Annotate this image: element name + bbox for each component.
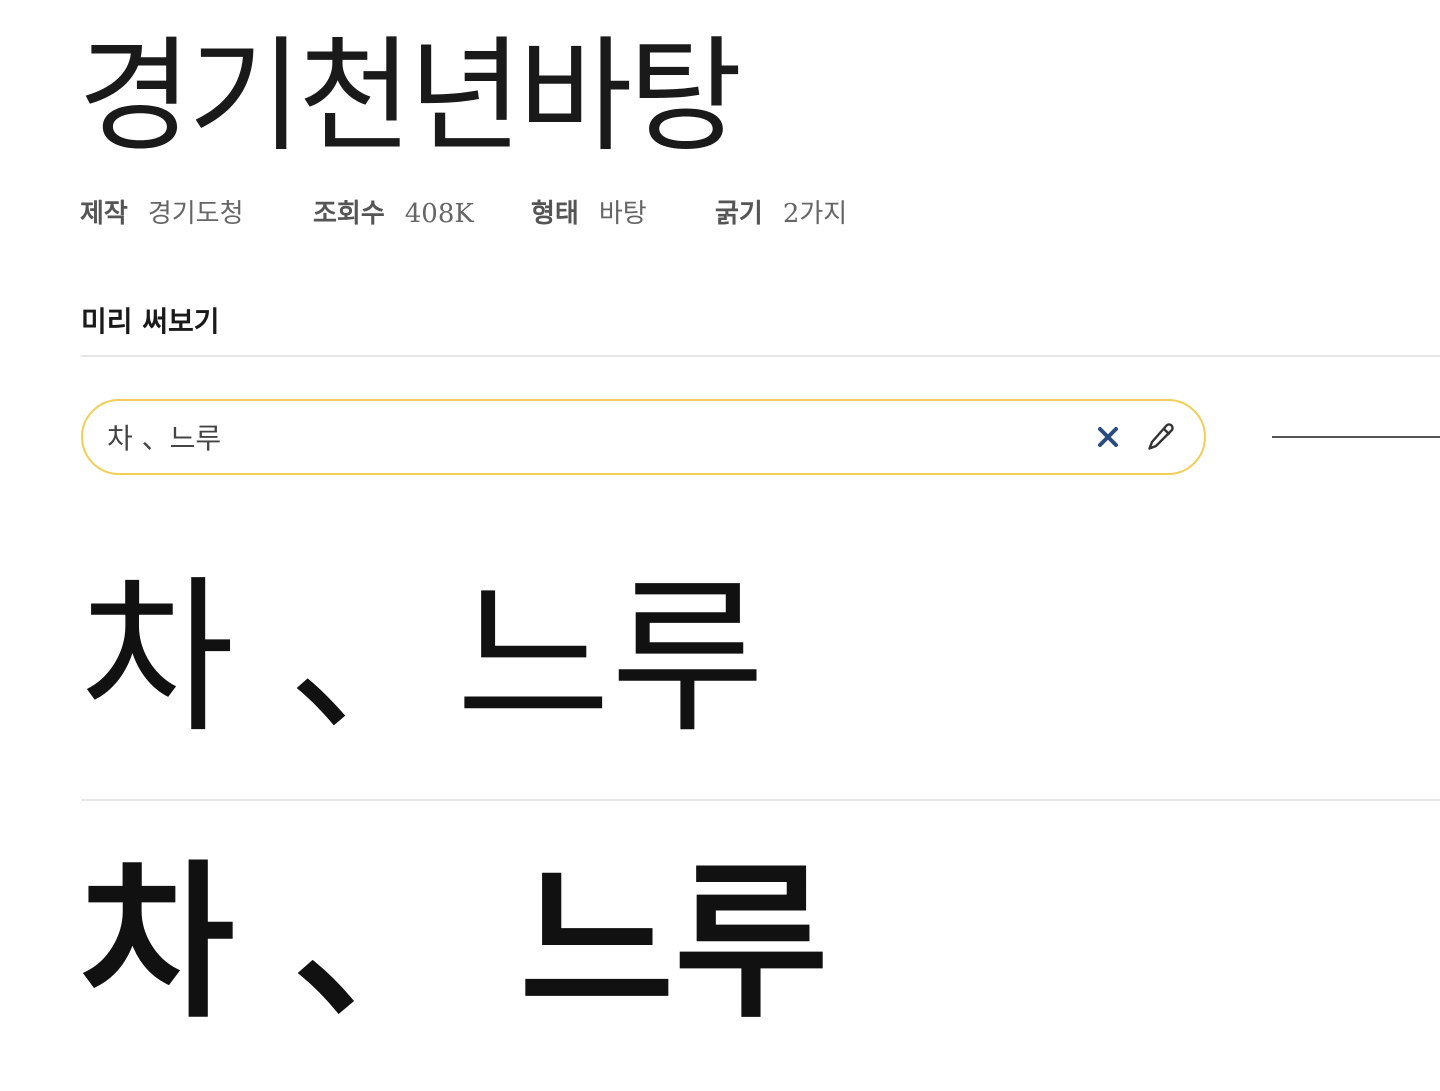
section-divider bbox=[81, 355, 1440, 357]
meta-maker-value: 경기도청 bbox=[147, 199, 244, 229]
meta-maker: 제작 경기도청 bbox=[80, 194, 313, 234]
preview-sample-bold: 차 、 느루 bbox=[80, 843, 829, 1041]
meta-type-label: 형태 bbox=[531, 199, 579, 229]
font-detail-page: 경기천년바탕 제작 경기도청 조회수 408K 형태 바탕 굵기 2가지 미리 … bbox=[0, 0, 1440, 1091]
preview-sample-regular: 차 、느루 bbox=[80, 560, 766, 756]
preview-text-input[interactable] bbox=[107, 412, 1067, 462]
close-icon bbox=[1098, 427, 1118, 447]
meta-views-value: 408K bbox=[404, 199, 474, 229]
meta-views: 조회수 408K bbox=[313, 194, 531, 234]
font-meta-row: 제작 경기도청 조회수 408K 형태 바탕 굵기 2가지 bbox=[80, 194, 847, 234]
clear-button[interactable] bbox=[1092, 421, 1124, 453]
font-size-slider[interactable] bbox=[1272, 420, 1440, 454]
meta-weight: 굵기 2가지 bbox=[715, 194, 847, 234]
pencil-icon bbox=[1148, 423, 1174, 450]
preview-input-box bbox=[81, 399, 1206, 475]
meta-type-value: 바탕 bbox=[598, 199, 647, 229]
sample-divider bbox=[81, 799, 1440, 801]
meta-type: 형태 바탕 bbox=[531, 194, 715, 234]
slider-track bbox=[1272, 436, 1440, 438]
preview-section-title: 미리 써보기 bbox=[81, 305, 220, 338]
edit-button[interactable] bbox=[1143, 419, 1179, 455]
meta-views-label: 조회수 bbox=[313, 199, 385, 229]
meta-maker-label: 제작 bbox=[80, 199, 128, 229]
font-title: 경기천년바탕 bbox=[78, 25, 742, 169]
meta-weight-value: 2가지 bbox=[782, 199, 848, 229]
meta-weight-label: 굵기 bbox=[715, 199, 763, 229]
